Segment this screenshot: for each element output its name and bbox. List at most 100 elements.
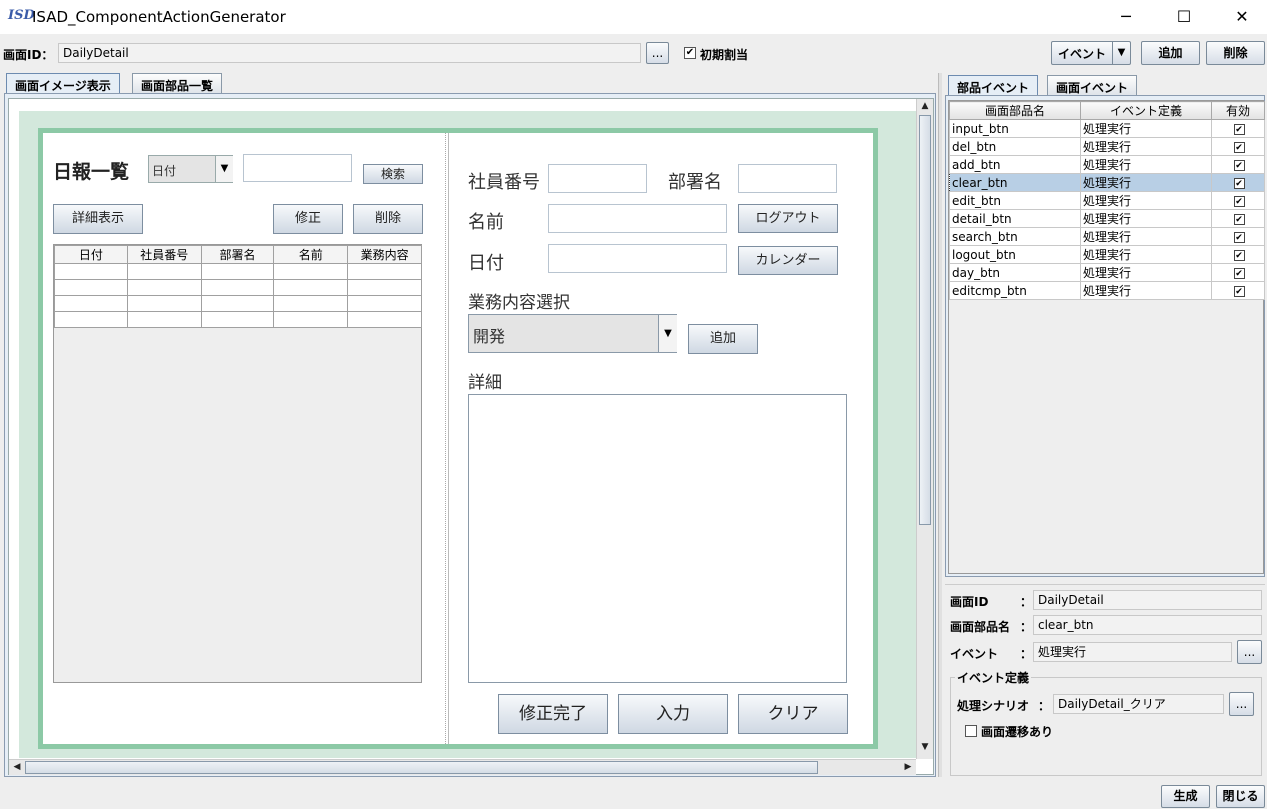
- table-row[interactable]: [54, 295, 422, 312]
- clear-button[interactable]: クリア: [738, 694, 848, 734]
- col-header-event-def[interactable]: イベント定義: [1080, 101, 1212, 120]
- event-enabled-cell[interactable]: ✔: [1211, 173, 1265, 192]
- event-part-name-cell[interactable]: logout_btn: [949, 245, 1081, 264]
- enabled-checkbox[interactable]: ✔: [1233, 267, 1245, 279]
- event-table-row[interactable]: clear_btn 処理実行 ✔: [949, 173, 1265, 192]
- detail-event-field[interactable]: 処理実行: [1033, 642, 1232, 662]
- event-type-select[interactable]: イベント ▼: [1051, 41, 1131, 65]
- task-select[interactable]: 開発 ▼: [468, 314, 677, 353]
- input-button[interactable]: 入力: [618, 694, 728, 734]
- horizontal-scrollbar[interactable]: ◀ ▶: [9, 759, 916, 775]
- event-enabled-cell[interactable]: ✔: [1211, 155, 1265, 174]
- close-button[interactable]: 閉じる: [1216, 785, 1265, 808]
- col-header-dept[interactable]: 部署名: [200, 245, 275, 264]
- search-type-select[interactable]: 日付 ▼: [148, 155, 233, 183]
- event-table-row[interactable]: edit_btn 処理実行 ✔: [949, 191, 1265, 210]
- enabled-checkbox[interactable]: ✔: [1233, 141, 1245, 153]
- event-def-cell[interactable]: 処理実行: [1080, 155, 1212, 174]
- enabled-checkbox[interactable]: ✔: [1233, 249, 1245, 261]
- col-header-part-name[interactable]: 画面部品名: [949, 101, 1081, 120]
- event-part-name-cell[interactable]: clear_btn: [949, 173, 1081, 192]
- event-def-cell[interactable]: 処理実行: [1080, 119, 1212, 138]
- event-enabled-cell[interactable]: ✔: [1211, 119, 1265, 138]
- event-part-name-cell[interactable]: detail_btn: [949, 209, 1081, 228]
- event-table[interactable]: 画面部品名 イベント定義 有効 input_btn 処理実行 ✔ del_btn 処理実…: [949, 101, 1265, 300]
- table-row[interactable]: [54, 263, 422, 280]
- event-enabled-cell[interactable]: ✔: [1211, 137, 1265, 156]
- event-def-cell[interactable]: 処理実行: [1080, 263, 1212, 282]
- tab-screen-events[interactable]: 画面イベント: [1047, 75, 1138, 95]
- table-row[interactable]: [54, 311, 422, 328]
- scroll-right-icon[interactable]: ▶: [902, 762, 914, 772]
- logout-button[interactable]: ログアウト: [738, 204, 838, 233]
- event-part-name-cell[interactable]: input_btn: [949, 119, 1081, 138]
- employee-no-field[interactable]: [548, 164, 647, 193]
- add-task-button[interactable]: 追加: [688, 324, 758, 354]
- col-header-date[interactable]: 日付: [54, 245, 128, 264]
- report-list-table[interactable]: 日付 社員番号 部署名 名前 業務内容: [53, 244, 422, 683]
- screen-transition-checkbox[interactable]: [965, 725, 977, 737]
- event-enabled-cell[interactable]: ✔: [1211, 209, 1265, 228]
- scroll-up-icon[interactable]: ▲: [917, 101, 933, 111]
- add-event-button[interactable]: 追加: [1141, 41, 1200, 65]
- maximize-button[interactable]: ☐: [1155, 0, 1213, 34]
- event-enabled-cell[interactable]: ✔: [1211, 245, 1265, 264]
- finish-edit-button[interactable]: 修正完了: [498, 694, 608, 734]
- split-divider[interactable]: [445, 133, 449, 744]
- event-table-row[interactable]: detail_btn 処理実行 ✔: [949, 209, 1265, 228]
- event-table-scroll[interactable]: 画面部品名 イベント定義 有効 input_btn 処理実行 ✔ del_btn 処理実…: [948, 100, 1265, 574]
- event-def-cell[interactable]: 処理実行: [1080, 209, 1212, 228]
- event-enabled-cell[interactable]: ✔: [1211, 281, 1265, 300]
- col-header-employee-no[interactable]: 社員番号: [126, 245, 202, 264]
- tab-screen-parts[interactable]: 画面部品一覧: [132, 73, 223, 93]
- event-table-row[interactable]: del_btn 処理実行 ✔: [949, 137, 1265, 156]
- enabled-checkbox[interactable]: ✔: [1233, 213, 1245, 225]
- event-table-row[interactable]: input_btn 処理実行 ✔: [949, 119, 1265, 138]
- event-def-cell[interactable]: 処理実行: [1080, 173, 1212, 192]
- enabled-checkbox[interactable]: ✔: [1233, 177, 1245, 189]
- event-part-name-cell[interactable]: search_btn: [949, 227, 1081, 246]
- scroll-left-icon[interactable]: ◀: [11, 762, 23, 772]
- event-def-cell[interactable]: 処理実行: [1080, 191, 1212, 210]
- search-button[interactable]: 検索: [363, 164, 423, 184]
- enabled-checkbox[interactable]: ✔: [1233, 195, 1245, 207]
- event-part-name-cell[interactable]: day_btn: [949, 263, 1081, 282]
- screen-id-field[interactable]: DailyDetail: [58, 43, 641, 63]
- dept-field[interactable]: [738, 164, 837, 193]
- generate-button[interactable]: 生成: [1161, 785, 1210, 808]
- enabled-checkbox[interactable]: ✔: [1233, 285, 1245, 297]
- col-header-task[interactable]: 業務内容: [347, 245, 422, 264]
- delete-button[interactable]: 削除: [353, 204, 423, 234]
- calendar-button[interactable]: カレンダー: [738, 246, 838, 275]
- event-def-cell[interactable]: 処理実行: [1080, 137, 1212, 156]
- horizontal-scroll-thumb[interactable]: [25, 761, 818, 774]
- initial-assign-checkbox[interactable]: ✔: [684, 47, 696, 59]
- detail-textarea[interactable]: [468, 394, 847, 683]
- date-field[interactable]: [548, 244, 727, 273]
- event-enabled-cell[interactable]: ✔: [1211, 191, 1265, 210]
- event-table-row[interactable]: editcmp_btn 処理実行 ✔: [949, 281, 1265, 300]
- delete-event-button[interactable]: 削除: [1206, 41, 1265, 65]
- detail-part-name-field[interactable]: clear_btn: [1033, 615, 1262, 635]
- scenario-field[interactable]: DailyDetail_クリア: [1053, 694, 1224, 714]
- enabled-checkbox[interactable]: ✔: [1233, 123, 1245, 135]
- event-table-row[interactable]: logout_btn 処理実行 ✔: [949, 245, 1265, 264]
- event-enabled-cell[interactable]: ✔: [1211, 263, 1265, 282]
- scroll-down-icon[interactable]: ▼: [917, 742, 933, 752]
- event-enabled-cell[interactable]: ✔: [1211, 227, 1265, 246]
- event-table-row[interactable]: add_btn 処理実行 ✔: [949, 155, 1265, 174]
- event-table-row[interactable]: search_btn 処理実行 ✔: [949, 227, 1265, 246]
- col-header-name[interactable]: 名前: [273, 245, 349, 264]
- scenario-browse-button[interactable]: ...: [1229, 692, 1254, 716]
- enabled-checkbox[interactable]: ✔: [1233, 159, 1245, 171]
- event-part-name-cell[interactable]: del_btn: [949, 137, 1081, 156]
- event-browse-button[interactable]: ...: [1237, 640, 1262, 664]
- event-part-name-cell[interactable]: add_btn: [949, 155, 1081, 174]
- name-field[interactable]: [548, 204, 727, 233]
- col-header-enabled[interactable]: 有効: [1211, 101, 1265, 120]
- close-window-button[interactable]: ✕: [1213, 0, 1267, 34]
- event-part-name-cell[interactable]: editcmp_btn: [949, 281, 1081, 300]
- table-row[interactable]: [54, 279, 422, 296]
- detail-screen-id-field[interactable]: DailyDetail: [1033, 590, 1262, 610]
- screen-id-browse-button[interactable]: ...: [646, 42, 669, 64]
